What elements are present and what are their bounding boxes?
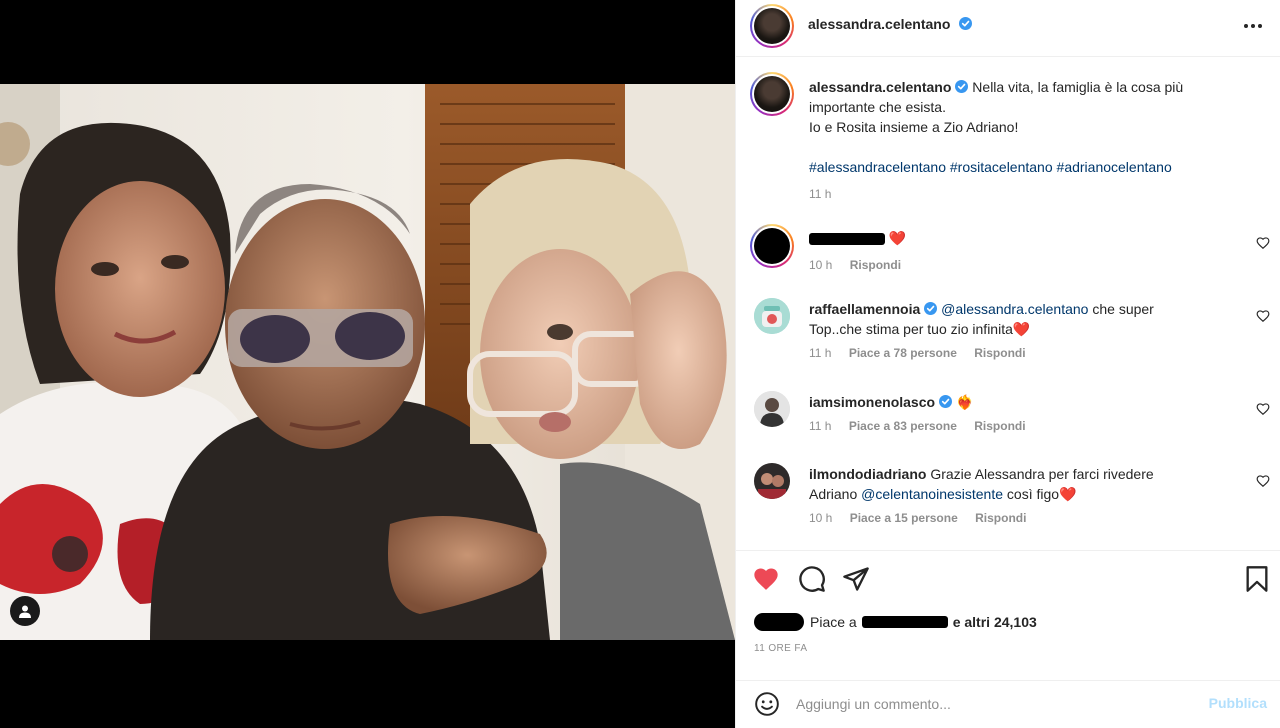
author-avatar[interactable] [750, 4, 794, 48]
post-time-ago[interactable]: 11 ore fa [754, 643, 807, 654]
comment-likes-button[interactable]: Piace a 78 persone [849, 346, 957, 360]
comment-time: 11 h [809, 419, 832, 433]
comment-body: raffaellamennoia @alessandra.celentano c… [809, 299, 1229, 360]
header-username-block: alessandra.celentano [808, 16, 972, 34]
post-dialog: alessandra.celentano alessandra.celentan… [0, 0, 1280, 728]
likes-summary[interactable]: Piace a e altri 24,103 [754, 611, 1037, 633]
verified-icon [924, 302, 938, 315]
likes-count[interactable]: e altri 24,103 [953, 614, 1037, 630]
more-options-button[interactable] [1241, 14, 1265, 38]
redacted-username [809, 233, 885, 246]
user-tag-icon [19, 605, 31, 618]
post-side-panel: alessandra.celentano alessandra.celentan… [735, 0, 1280, 728]
verified-icon [958, 17, 972, 30]
add-comment-input[interactable] [796, 693, 1176, 715]
reply-button[interactable]: Rispondi [974, 419, 1025, 433]
likes-prefix: Piace a [810, 614, 857, 630]
caption-avatar[interactable] [750, 72, 794, 116]
commenter-avatar[interactable] [754, 463, 790, 499]
comment-text-line-2-end: così figo❤️ [1003, 486, 1077, 502]
avatar-graphic [754, 463, 790, 499]
share-paper-plane-icon[interactable] [842, 565, 870, 593]
comment-body: ilmondodiadriano Grazie Alessandra per f… [809, 464, 1229, 525]
like-comment-heart-icon[interactable] [1256, 474, 1270, 488]
comment-body: ❤️ 10 h Rispondi [809, 228, 1229, 272]
comments-list[interactable]: alessandra.celentano Nella vita, la fami… [736, 58, 1280, 550]
verified-icon [939, 395, 953, 408]
like-heart-filled-icon[interactable] [752, 565, 780, 593]
comment-meta: 10 h Rispondi [809, 258, 1229, 272]
like-comment-heart-icon[interactable] [1256, 402, 1270, 416]
comment-username[interactable]: iamsimonenolasco [809, 394, 935, 410]
hashtag-link[interactable]: #alessandracelentano [809, 159, 946, 175]
comment-body: iamsimonenolasco ❤️‍🔥 11 h Piace a 83 pe… [809, 392, 1229, 433]
caption-line-3: Io e Rosita insieme a Zio Adriano! [809, 119, 1019, 135]
reply-button[interactable]: Rispondi [850, 258, 901, 272]
comment-text: Grazie Alessandra per farci rivedere [926, 466, 1154, 482]
tagged-users-button[interactable] [10, 596, 40, 626]
avatar-graphic [754, 391, 790, 427]
comment-icon[interactable] [798, 565, 826, 593]
reply-button[interactable]: Rispondi [975, 511, 1026, 525]
hashtag-link[interactable]: #rositacelentano [950, 159, 1053, 175]
comment-text: ❤️‍🔥 [955, 394, 974, 410]
header-username[interactable]: alessandra.celentano [808, 16, 950, 32]
mention-link[interactable]: @celentanoinesistente [861, 486, 1003, 502]
caption-line-1: Nella vita, la famiglia è la cosa più [972, 79, 1184, 95]
comment-text: che super [1088, 301, 1154, 317]
more-icon [1244, 24, 1262, 28]
caption-time: 11 h [809, 187, 832, 201]
post-photo-illustration [0, 84, 735, 640]
publish-button[interactable]: Pubblica [1209, 695, 1267, 711]
reply-button[interactable]: Rispondi [974, 346, 1025, 360]
comment-time: 11 h [809, 346, 832, 360]
redacted-liker-name [861, 616, 948, 628]
caption-body: alessandra.celentano Nella vita, la fami… [809, 77, 1229, 201]
comment-likes-button[interactable]: Piace a 15 persone [850, 511, 958, 525]
emoji-icon[interactable] [754, 691, 780, 717]
caption-text: alessandra.celentano Nella vita, la fami… [809, 77, 1229, 177]
photo-pane [0, 0, 735, 728]
caption-username[interactable]: alessandra.celentano [809, 79, 951, 95]
comment-meta: 11 h Piace a 83 persone Rispondi [809, 419, 1229, 433]
avatar-graphic [754, 298, 790, 334]
comment-text: ❤️ [888, 230, 907, 246]
hashtag-link[interactable]: #adrianocelentano [1057, 159, 1172, 175]
commenter-avatar[interactable] [754, 391, 790, 427]
comment-likes-button[interactable]: Piace a 83 persone [849, 419, 957, 433]
comment-username[interactable]: raffaellamennoia [809, 301, 920, 317]
comment-meta: 11 h Piace a 78 persone Rispondi [809, 346, 1229, 360]
save-bookmark-icon[interactable] [1243, 565, 1271, 593]
post-photo[interactable] [0, 84, 735, 640]
comment-time: 10 h [809, 258, 833, 272]
post-actions: Piace a e altri 24,103 11 ore fa [736, 550, 1280, 667]
commenter-avatar[interactable] [754, 298, 790, 334]
post-header: alessandra.celentano [736, 0, 1280, 57]
commenter-avatar[interactable] [750, 224, 794, 268]
comment-meta: 10 h Piace a 15 persone Rispondi [809, 511, 1229, 525]
comment-composer: Pubblica [736, 680, 1280, 728]
like-comment-heart-icon[interactable] [1256, 236, 1270, 250]
redacted-liker-avatars [754, 613, 804, 631]
like-comment-heart-icon[interactable] [1256, 309, 1270, 323]
comment-text-line-2: Adriano [809, 486, 862, 502]
comment-text-line-2: Top..che stima per tuo zio infinita❤️ [809, 321, 1031, 337]
verified-icon [955, 80, 969, 93]
comment-time: 10 h [809, 511, 833, 525]
comment-username[interactable]: ilmondodiadriano [809, 466, 926, 482]
caption-line-2: importante che esista. [809, 99, 946, 115]
mention-link[interactable]: @alessandra.celentano [941, 301, 1088, 317]
